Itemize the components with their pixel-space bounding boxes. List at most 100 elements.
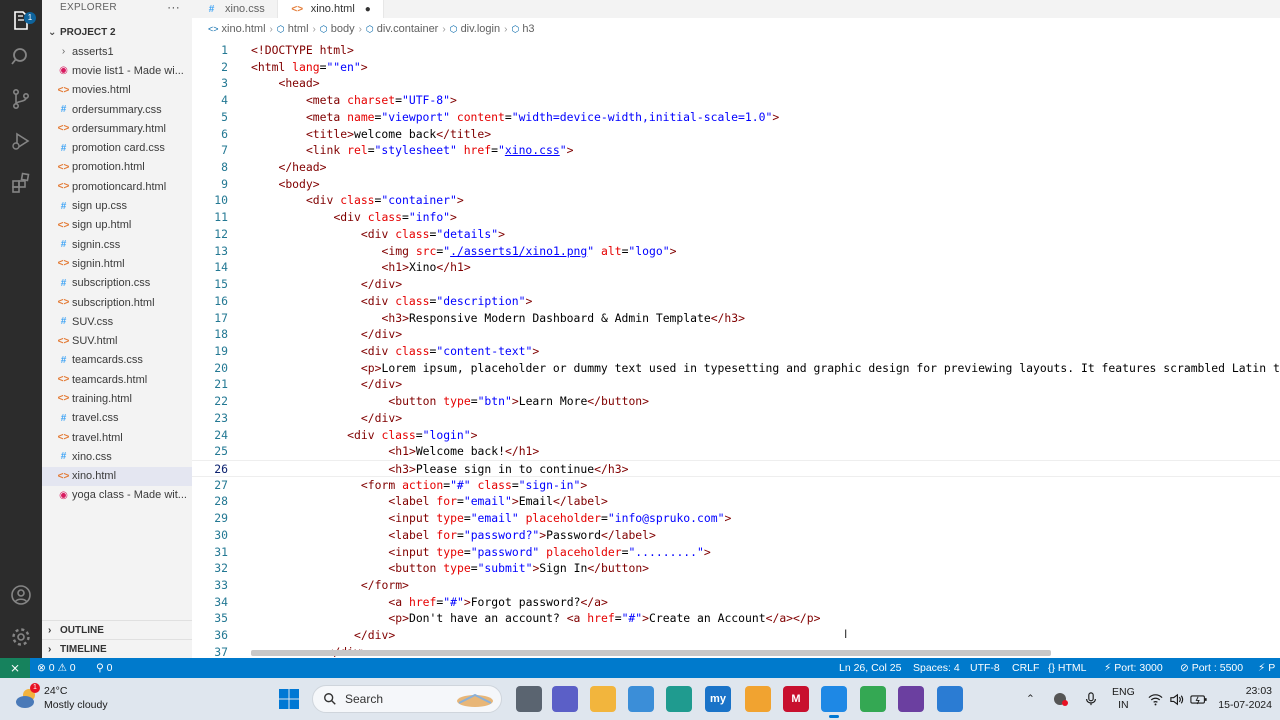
line-number: 34 <box>214 594 228 609</box>
search-icon[interactable] <box>0 36 42 78</box>
code-editor[interactable]: 1 <!DOCTYPE html> 2 <html lang=""en"> 3 <head… <box>192 42 1280 658</box>
file-item[interactable]: # signin.css <box>42 235 192 254</box>
system-clock[interactable]: 23:03 15-07-2024 <box>1218 684 1272 712</box>
end-of-line[interactable]: CRLF <box>1012 658 1039 678</box>
code-token: </div> <box>360 377 403 392</box>
file-item[interactable]: # teamcards.css <box>42 351 192 370</box>
file-item[interactable]: <> sign up.html <box>42 216 192 235</box>
code-token: <h1> <box>381 260 409 275</box>
file-item[interactable]: <> signin.html <box>42 254 192 273</box>
outline-section[interactable]: › OUTLINE <box>42 620 192 640</box>
file-name: training.html <box>72 392 132 405</box>
file-item[interactable]: <> SUV.html <box>42 331 192 350</box>
task-view-icon[interactable] <box>516 686 542 712</box>
problems-count[interactable]: ⊗ 0 ⚠ 0 <box>37 658 76 678</box>
breadcrumb-item[interactable]: ⬡ div.login <box>450 23 500 35</box>
live-preview-port[interactable]: ⊘ Port : 5500 <box>1180 658 1243 678</box>
code-token: charset <box>347 93 396 108</box>
battery-icon[interactable] <box>1190 678 1208 720</box>
remote-indicator-icon[interactable]: ⨯ <box>0 658 30 678</box>
timeline-section[interactable]: › TIMELINE <box>42 639 192 658</box>
remote-desktop-icon[interactable] <box>937 686 963 712</box>
code-token: </head> <box>278 160 327 175</box>
language-mode[interactable]: {} HTML <box>1048 658 1087 678</box>
more-actions-icon[interactable]: ··· <box>167 0 180 14</box>
tab-xino-css[interactable]: # xino.css <box>192 0 278 18</box>
file-explorer-icon[interactable] <box>590 686 616 712</box>
vscode-icon[interactable] <box>821 686 847 718</box>
cursor-position[interactable]: Ln 26, Col 25 <box>839 658 901 678</box>
element-symbol-icon: ⬡ <box>511 23 520 34</box>
project-folder[interactable]: ⌄ PROJECT 2 <box>42 22 192 42</box>
file-item[interactable]: <> xino.html <box>42 466 192 486</box>
code-token: <div <box>360 293 396 308</box>
file-item[interactable]: # promotion card.css <box>42 138 192 157</box>
unsaved-dot-icon[interactable]: ● <box>365 4 371 15</box>
microphone-icon[interactable] <box>1084 678 1098 720</box>
line-source: <p>Don't have an account? <a href="#">Cr… <box>388 610 820 627</box>
tab-xino-html[interactable]: <> xino.html ● <box>277 0 384 18</box>
extensions-icon[interactable] <box>0 162 42 204</box>
file-item[interactable]: <> training.html <box>42 389 192 408</box>
code-token: "#" <box>450 477 471 492</box>
file-item[interactable]: # ordersummary.css <box>42 100 192 119</box>
line-source: <meta charset="UTF-8"> <box>306 92 457 109</box>
status-more[interactable]: ⚡ P <box>1258 658 1275 678</box>
file-item[interactable]: # subscription.css <box>42 274 192 293</box>
windows-start-icon[interactable] <box>278 688 300 710</box>
code-line: 35 <p>Don't have an account? <a href="#">… <box>192 610 1280 627</box>
manage-gear-icon[interactable] <box>0 616 42 658</box>
code-token: = <box>415 427 423 442</box>
file-item[interactable]: # travel.css <box>42 409 192 428</box>
file-item[interactable]: ◉ yoga class - Made wit... <box>42 486 192 505</box>
tray-app-icon[interactable] <box>1053 678 1069 720</box>
code-token: Forgot password? <box>470 594 581 609</box>
indentation[interactable]: Spaces: 4 <box>913 658 960 678</box>
live-server-port[interactable]: ⚡ Port: 3000 <box>1104 658 1163 678</box>
wifi-icon[interactable] <box>1148 678 1163 720</box>
teams-chat-icon[interactable] <box>552 686 578 712</box>
mcafee-icon[interactable]: M <box>783 686 809 712</box>
code-token: <button <box>388 561 444 576</box>
clipchamp-icon[interactable] <box>898 686 924 712</box>
file-item[interactable]: <> subscription.html <box>42 293 192 312</box>
file-item[interactable]: # sign up.css <box>42 196 192 215</box>
tray-chevron-up-icon[interactable]: ⌃ <box>1026 678 1035 720</box>
file-item[interactable]: <> promotioncard.html <box>42 177 192 196</box>
line-number: 16 <box>214 293 228 308</box>
taskbar-search[interactable]: Search <box>312 685 502 713</box>
volume-icon[interactable] <box>1169 678 1184 720</box>
file-item[interactable]: <> teamcards.html <box>42 370 192 389</box>
file-item[interactable]: ◉ movie list1 - Made wi... <box>42 61 192 80</box>
run-debug-icon[interactable] <box>0 120 42 162</box>
chrome-canary-icon[interactable] <box>745 686 771 712</box>
encoding[interactable]: UTF-8 <box>970 658 1000 678</box>
file-item[interactable]: # SUV.css <box>42 312 192 331</box>
breadcrumb-item[interactable]: ⬡ body <box>320 23 355 35</box>
file-item[interactable]: <> promotion.html <box>42 158 192 177</box>
edge-icon[interactable] <box>666 686 692 712</box>
file-item[interactable]: <> movies.html <box>42 81 192 100</box>
folder-item[interactable]: › asserts1 <box>42 42 192 61</box>
chrome-icon[interactable] <box>860 686 886 712</box>
horizontal-scrollbar[interactable] <box>251 650 1051 656</box>
line-number: 27 <box>214 477 228 492</box>
css-file-icon: # <box>60 412 67 424</box>
language-indicator[interactable]: ENG IN <box>1112 678 1135 720</box>
breadcrumb-item[interactable]: ⬡ html <box>277 23 309 35</box>
file-item[interactable]: <> ordersummary.html <box>42 119 192 138</box>
file-item[interactable]: # xino.css <box>42 447 192 466</box>
file-item[interactable]: <> travel.html <box>42 428 192 447</box>
code-token: = <box>395 93 402 108</box>
weather-widget[interactable]: 1 24°C Mostly cloudy <box>14 683 108 712</box>
source-control-icon[interactable] <box>0 78 42 120</box>
breadcrumb-item[interactable]: ⬡ h3 <box>511 23 534 35</box>
breadcrumb-item[interactable]: ⬡ div.container <box>366 23 438 35</box>
breadcrumb-item[interactable]: <> xino.html <box>208 23 266 35</box>
ports-count[interactable]: ⚲ 0 <box>96 658 112 678</box>
account-icon[interactable] <box>0 574 42 616</box>
microsoft-store-icon[interactable] <box>628 686 654 712</box>
line-source: <input type="email" placeholder="info@sp… <box>388 510 731 527</box>
myrtille-app-icon[interactable]: my <box>705 686 731 712</box>
